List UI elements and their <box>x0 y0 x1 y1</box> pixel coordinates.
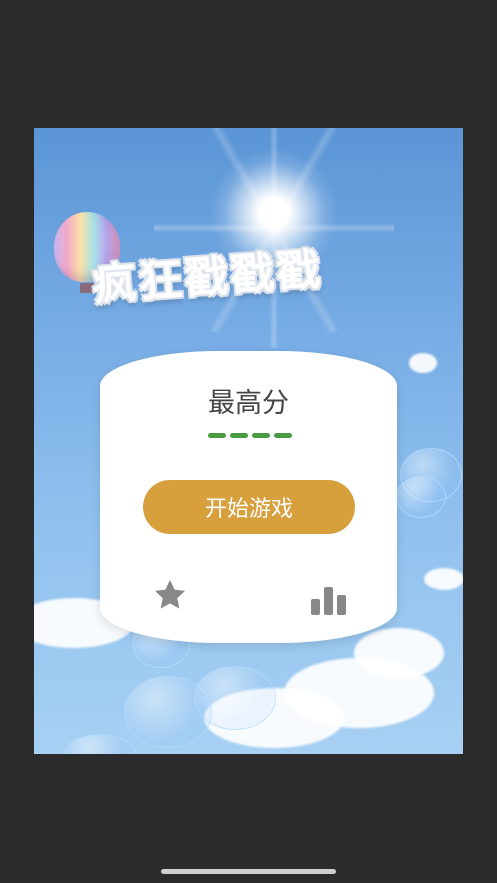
menu-card: 最高分 开始游戏 <box>100 351 397 643</box>
game-title: 疯狂戳戳戳 <box>90 244 324 312</box>
star-icon <box>154 579 186 609</box>
score-dash <box>252 433 270 438</box>
score-dash <box>208 433 226 438</box>
bubble <box>396 476 446 518</box>
home-indicator[interactable] <box>161 869 336 874</box>
bubble <box>194 666 276 730</box>
cloud <box>354 628 444 678</box>
start-game-button[interactable]: 开始游戏 <box>143 480 355 534</box>
cloud <box>409 353 437 373</box>
score-dash <box>230 433 248 438</box>
high-score-value <box>208 433 292 439</box>
high-score-label: 最高分 <box>208 388 289 419</box>
score-dash <box>274 433 292 438</box>
cloud <box>424 568 463 590</box>
bar-chart-icon <box>336 595 346 615</box>
bubble <box>64 734 136 754</box>
star-button[interactable] <box>148 575 192 615</box>
leaderboard-button[interactable] <box>306 575 350 615</box>
bar-chart-icon <box>310 599 320 615</box>
bar-chart-icon <box>323 587 333 615</box>
game-screen: 疯狂戳戳戳 最高分 开始游戏 <box>34 128 463 754</box>
